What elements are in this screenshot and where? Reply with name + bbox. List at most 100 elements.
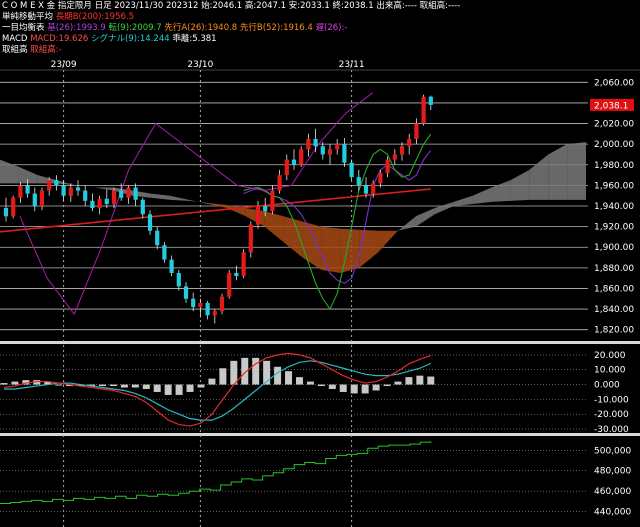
candle-body	[248, 224, 253, 253]
candle-body	[327, 149, 333, 155]
candle-body	[284, 159, 289, 176]
panel-separator	[0, 341, 640, 344]
candle-body	[39, 190, 45, 206]
price-tick-label: 2,020.00	[594, 120, 634, 130]
macd-histogram-bar	[175, 384, 183, 395]
macd-histogram-bar	[306, 381, 314, 385]
candle-body	[54, 180, 59, 186]
candle-body	[83, 190, 88, 201]
oi-tick-label: 500,000	[594, 446, 631, 456]
candle-body	[147, 214, 153, 231]
macd-histogram-bar	[109, 384, 117, 387]
candle-body	[363, 185, 369, 194]
macd-histogram-bar	[142, 384, 150, 389]
price-tick-label: 1,860.00	[594, 284, 634, 294]
ichimoku-cloud-segment	[434, 201, 454, 215]
oi-tick-label: 460,000	[594, 487, 631, 497]
macd-histogram-bar	[120, 384, 128, 388]
candle-body	[291, 159, 297, 165]
macd-histogram-bar	[295, 377, 303, 385]
candle-body	[299, 149, 304, 165]
candle-body	[25, 185, 30, 194]
candle-body	[255, 206, 261, 225]
candle-body	[270, 190, 275, 212]
panel-separator	[0, 433, 640, 436]
macd-histogram-bar	[186, 384, 194, 392]
macd-histogram-bar	[164, 384, 172, 395]
macd-histogram-bar	[230, 360, 238, 385]
macd-histogram-bar	[372, 384, 380, 391]
price-tick-label: 1,840.00	[594, 305, 634, 315]
candle-body	[234, 273, 239, 277]
ichimoku-cloud-segment	[264, 211, 284, 243]
macd-tick-label: 10.000	[594, 366, 626, 376]
x-tick-label: 23/09	[51, 60, 77, 70]
candle-body	[140, 199, 145, 215]
ichimoku-cloud-segment	[207, 202, 227, 209]
candle-body	[119, 190, 124, 198]
ichimoku-cloud-segment	[491, 180, 511, 202]
candle-body	[356, 177, 361, 186]
ichimoku-cloud-segment	[18, 166, 38, 184]
ichimoku-cloud-segment	[189, 199, 208, 204]
macd-panel[interactable]	[0, 352, 435, 427]
candle-body	[97, 198, 102, 209]
candle-body	[378, 173, 383, 184]
candle-body	[342, 144, 347, 163]
price-tick-label: 1,920.00	[594, 223, 634, 233]
candle-body	[61, 185, 66, 196]
macd-histogram-bar	[427, 376, 435, 385]
candle-body	[176, 273, 181, 287]
macd-histogram-bar	[98, 384, 106, 387]
ichimoku-cloud-segment	[94, 187, 114, 191]
candle-body	[421, 96, 426, 124]
candle-body	[126, 187, 131, 198]
oi-tick-label: 440,000	[594, 508, 631, 518]
macd-histogram-bar	[219, 368, 227, 385]
macd-histogram-bar	[208, 378, 216, 385]
ichimoku-cloud-segment	[529, 154, 549, 200]
candle-body	[18, 185, 23, 198]
candle-body	[90, 200, 95, 209]
macd-histogram-bar	[383, 384, 391, 387]
macd-tick-label: -30.000	[594, 425, 629, 435]
candle-body	[313, 139, 318, 147]
ichimoku-cloud-segment	[378, 230, 397, 253]
candle-body	[47, 180, 52, 191]
ichimoku-cloud-segment	[548, 144, 568, 200]
oi-tick-label: 480,000	[594, 467, 631, 477]
ichimoku-cloud-segment	[453, 195, 473, 206]
ichimoku-cloud-segment	[0, 159, 19, 184]
price-tick-label: 1,900.00	[594, 243, 634, 253]
price-tick-label: 1,820.00	[594, 326, 634, 336]
ichimoku-cloud-segment	[359, 229, 379, 268]
macd-histogram-bar	[317, 384, 325, 387]
macd-tick-label: -20.000	[594, 410, 629, 420]
candle-body	[219, 296, 225, 312]
candle-body	[183, 286, 189, 299]
ichimoku-cloud-segment	[151, 193, 171, 200]
macd-histogram-bar	[285, 371, 293, 385]
candle-body	[198, 302, 203, 308]
candle-body	[306, 139, 311, 150]
macd-histogram-bar	[197, 384, 205, 388]
price-tick-label: 2,060.00	[594, 78, 634, 88]
ichimoku-cloud-segment	[245, 208, 265, 227]
candle-body	[212, 311, 217, 316]
chart-canvas[interactable]: 23/09 23/10 23/11 1,820.00 1,840.00 1,860.00 1…	[0, 0, 640, 527]
candle-body	[104, 198, 109, 204]
macd-histogram-bar	[153, 384, 161, 392]
candle-body	[75, 187, 81, 191]
candle-body	[111, 190, 117, 204]
candle-body	[11, 197, 16, 217]
macd-histogram-bar	[350, 384, 358, 394]
candle-body	[349, 162, 354, 178]
candle-body	[32, 193, 37, 206]
macd-tick-label: 20.000	[594, 351, 626, 361]
macd-tick-label: -10.000	[594, 395, 629, 405]
macd-histogram-bar	[339, 384, 347, 392]
price-panel[interactable]	[0, 92, 586, 324]
ichimoku-cloud-segment	[510, 169, 530, 201]
x-tick-label: 23/10	[187, 60, 213, 70]
candle-body	[191, 298, 196, 308]
